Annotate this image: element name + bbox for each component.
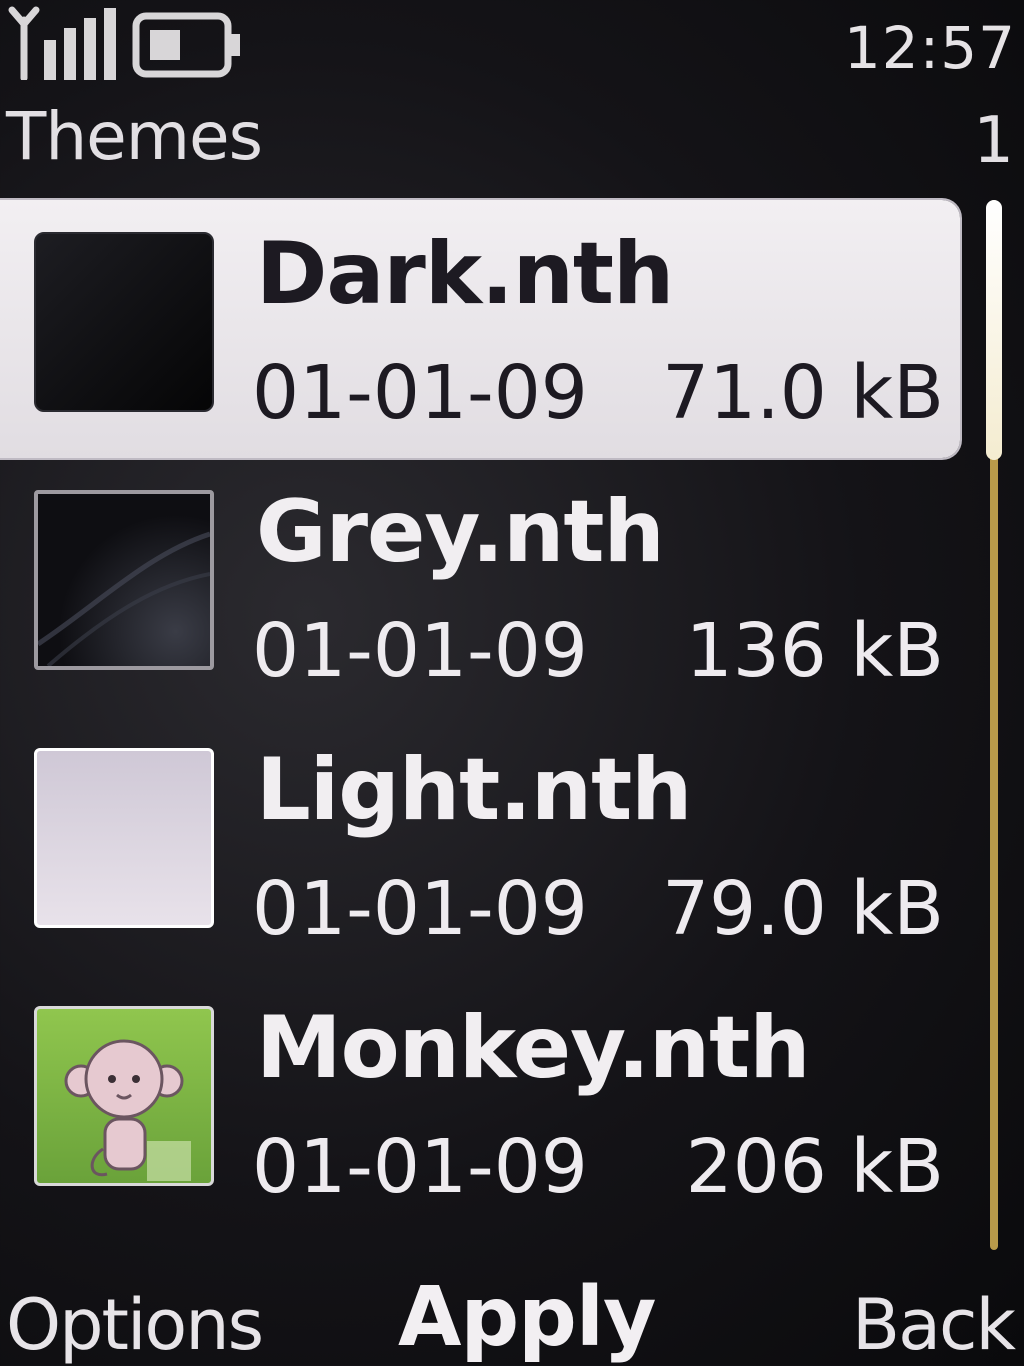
- theme-date: 01-01-09: [252, 866, 588, 952]
- theme-name: Dark.nth: [256, 224, 674, 324]
- theme-size: 71.0 kB: [662, 350, 944, 436]
- options-softkey[interactable]: Options: [6, 1284, 264, 1366]
- theme-name: Grey.nth: [256, 482, 665, 582]
- list-item-monkey[interactable]: Monkey.nth 01-01-09 206 kB: [0, 974, 960, 1232]
- theme-size: 206 kB: [685, 1124, 944, 1210]
- signal-strength-icon: [8, 6, 116, 80]
- list-item-dark[interactable]: Dark.nth 01-01-09 71.0 kB: [0, 200, 960, 458]
- battery-icon: [132, 12, 240, 78]
- page-title: Themes: [6, 98, 263, 175]
- theme-date: 01-01-09: [252, 1124, 588, 1210]
- theme-size: 136 kB: [685, 608, 944, 694]
- status-bar: 12:57: [0, 0, 1024, 90]
- theme-size: 79.0 kB: [662, 866, 944, 952]
- monkey-icon: [64, 1039, 191, 1181]
- theme-thumbnail-light: [34, 748, 214, 928]
- apply-softkey[interactable]: Apply: [398, 1270, 656, 1365]
- theme-thumbnail-monkey: [34, 1006, 214, 1186]
- back-softkey[interactable]: Back: [852, 1284, 1016, 1366]
- scrollbar-thumb[interactable]: [986, 200, 1002, 460]
- softkey-bar: Options Apply Back: [0, 1270, 1024, 1366]
- theme-name: Light.nth: [256, 740, 692, 840]
- theme-name: Monkey.nth: [256, 998, 810, 1098]
- theme-date: 01-01-09: [252, 350, 588, 436]
- theme-thumbnail-dark: [34, 232, 214, 412]
- theme-date: 01-01-09: [252, 608, 588, 694]
- clock: 12:57: [843, 14, 1016, 82]
- item-counter: 1: [973, 104, 1014, 178]
- list-item-grey[interactable]: Grey.nth 01-01-09 136 kB: [0, 458, 960, 716]
- list-item-light[interactable]: Light.nth 01-01-09 79.0 kB: [0, 716, 960, 974]
- theme-thumbnail-grey: [34, 490, 214, 670]
